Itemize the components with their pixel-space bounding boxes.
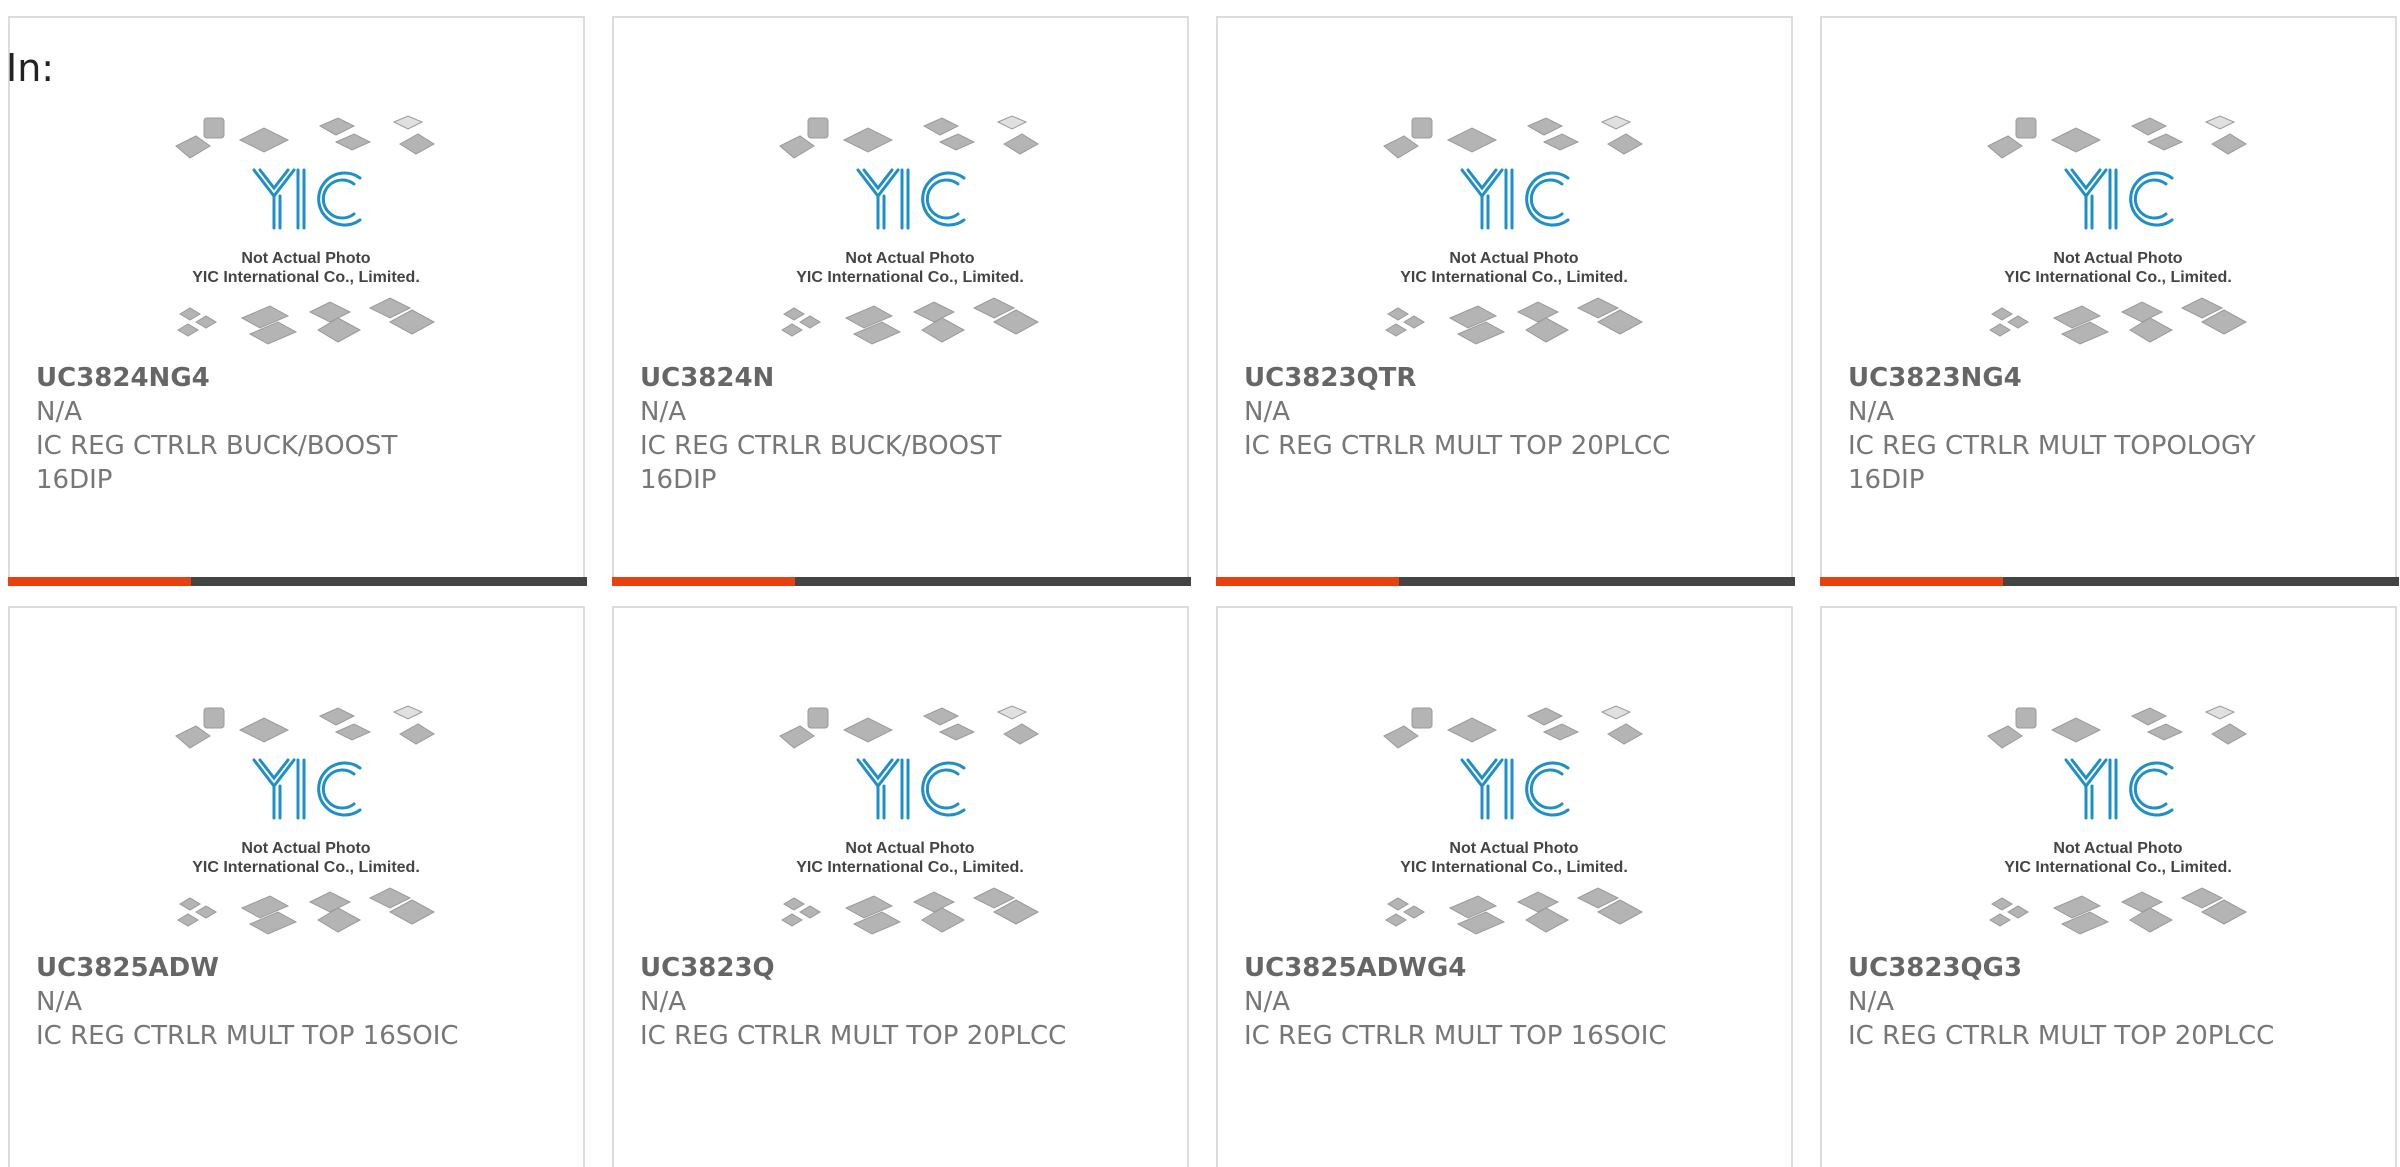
- part-number[interactable]: UC3825ADWG4: [1244, 951, 1764, 985]
- card-bottom-bar: [1820, 577, 2399, 586]
- manufacturer: N/A: [36, 987, 82, 1017]
- product-card[interactable]: Not Actual Photo YIC International Co., …: [1820, 606, 2397, 1167]
- product-card[interactable]: Not Actual Photo YIC International Co., …: [8, 16, 587, 586]
- placeholder-line2: YIC International Co., Limited.: [2004, 269, 2232, 286]
- product-placeholder-image: Not Actual Photo YIC International Co., …: [175, 705, 436, 935]
- card-bottom-bar: [612, 577, 1191, 586]
- product-meta: UC3823NG4 N/A IC REG CTRLR MULT TOPOLOGY…: [1848, 361, 2368, 497]
- product-meta: UC3825ADWG4 N/A IC REG CTRLR MULT TOP 16…: [1244, 951, 1764, 1053]
- placeholder-line2: YIC International Co., Limited.: [796, 859, 1024, 876]
- placeholder-line1: Not Actual Photo: [241, 250, 370, 267]
- part-number[interactable]: UC3823NG4: [1848, 361, 2368, 395]
- product-meta: UC3825ADW N/A IC REG CTRLR MULT TOP 16SO…: [36, 951, 556, 1053]
- manufacturer: N/A: [1244, 987, 1290, 1017]
- product-placeholder-image: Not Actual Photo YIC International Co., …: [175, 115, 436, 345]
- manufacturer: N/A: [640, 987, 686, 1017]
- description-line1: IC REG CTRLR MULT TOP 20PLCC: [1848, 1021, 2275, 1051]
- description-line1: IC REG CTRLR BUCK/BOOST: [36, 431, 398, 461]
- product-placeholder-image: Not Actual Photo YIC International Co., …: [1987, 115, 2248, 345]
- product-card[interactable]: Not Actual Photo YIC International Co., …: [8, 606, 585, 1167]
- in-label: In:: [6, 46, 55, 90]
- placeholder-line1: Not Actual Photo: [2053, 250, 2182, 267]
- part-number[interactable]: UC3823Q: [640, 951, 1160, 985]
- manufacturer: N/A: [1848, 397, 1894, 427]
- part-number[interactable]: UC3823QTR: [1244, 361, 1764, 395]
- product-meta: UC3824N N/A IC REG CTRLR BUCK/BOOST 16DI…: [640, 361, 1160, 497]
- product-card[interactable]: Not Actual Photo YIC International Co., …: [612, 606, 1189, 1167]
- card-accent-bar: [1216, 577, 1399, 586]
- product-placeholder-image: Not Actual Photo YIC International Co., …: [1383, 115, 1644, 345]
- card-bottom-bar: [8, 577, 587, 586]
- placeholder-line2: YIC International Co., Limited.: [2004, 859, 2232, 876]
- part-number[interactable]: UC3825ADW: [36, 951, 556, 985]
- product-placeholder-image: Not Actual Photo YIC International Co., …: [1383, 705, 1644, 935]
- description-line1: IC REG CTRLR BUCK/BOOST: [640, 431, 1002, 461]
- placeholder-line2: YIC International Co., Limited.: [192, 859, 420, 876]
- product-meta: UC3824NG4 N/A IC REG CTRLR BUCK/BOOST 16…: [36, 361, 556, 497]
- product-grid-page: In: Not Actual Photo YIC International C…: [0, 0, 2400, 1167]
- placeholder-line2: YIC International Co., Limited.: [1400, 269, 1628, 286]
- placeholder-line2: YIC International Co., Limited.: [796, 269, 1024, 286]
- product-placeholder-image: Not Actual Photo YIC International Co., …: [779, 115, 1040, 345]
- description-line1: IC REG CTRLR MULT TOP 16SOIC: [1244, 1021, 1667, 1051]
- placeholder-line1: Not Actual Photo: [1449, 840, 1578, 857]
- manufacturer: N/A: [1244, 397, 1290, 427]
- description-line1: IC REG CTRLR MULT TOPOLOGY: [1848, 431, 2256, 461]
- description-line2: 16DIP: [36, 465, 113, 495]
- placeholder-line2: YIC International Co., Limited.: [192, 269, 420, 286]
- description-line2: 16DIP: [1848, 465, 1925, 495]
- part-number[interactable]: UC3823QG3: [1848, 951, 2368, 985]
- product-placeholder-image: Not Actual Photo YIC International Co., …: [779, 705, 1040, 935]
- placeholder-line2: YIC International Co., Limited.: [1400, 859, 1628, 876]
- product-card[interactable]: Not Actual Photo YIC International Co., …: [612, 16, 1191, 586]
- product-meta: UC3823QG3 N/A IC REG CTRLR MULT TOP 20PL…: [1848, 951, 2368, 1053]
- description-line2: 16DIP: [640, 465, 717, 495]
- part-number[interactable]: UC3824N: [640, 361, 1160, 395]
- description-line1: IC REG CTRLR MULT TOP 16SOIC: [36, 1021, 459, 1051]
- product-meta: UC3823QTR N/A IC REG CTRLR MULT TOP 20PL…: [1244, 361, 1764, 463]
- placeholder-line1: Not Actual Photo: [1449, 250, 1578, 267]
- card-accent-bar: [1820, 577, 2003, 586]
- part-number[interactable]: UC3824NG4: [36, 361, 556, 395]
- product-placeholder-image: Not Actual Photo YIC International Co., …: [1987, 705, 2248, 935]
- card-accent-bar: [612, 577, 795, 586]
- product-card[interactable]: Not Actual Photo YIC International Co., …: [1216, 606, 1793, 1167]
- card-accent-bar: [8, 577, 191, 586]
- description-line1: IC REG CTRLR MULT TOP 20PLCC: [640, 1021, 1067, 1051]
- card-bottom-bar: [1216, 577, 1795, 586]
- description-line1: IC REG CTRLR MULT TOP 20PLCC: [1244, 431, 1671, 461]
- product-meta: UC3823Q N/A IC REG CTRLR MULT TOP 20PLCC: [640, 951, 1160, 1053]
- placeholder-line1: Not Actual Photo: [845, 840, 974, 857]
- placeholder-line1: Not Actual Photo: [241, 840, 370, 857]
- product-card[interactable]: Not Actual Photo YIC International Co., …: [1820, 16, 2399, 586]
- manufacturer: N/A: [1848, 987, 1894, 1017]
- manufacturer: N/A: [640, 397, 686, 427]
- product-card[interactable]: Not Actual Photo YIC International Co., …: [1216, 16, 1795, 586]
- placeholder-line1: Not Actual Photo: [845, 250, 974, 267]
- placeholder-line1: Not Actual Photo: [2053, 840, 2182, 857]
- manufacturer: N/A: [36, 397, 82, 427]
